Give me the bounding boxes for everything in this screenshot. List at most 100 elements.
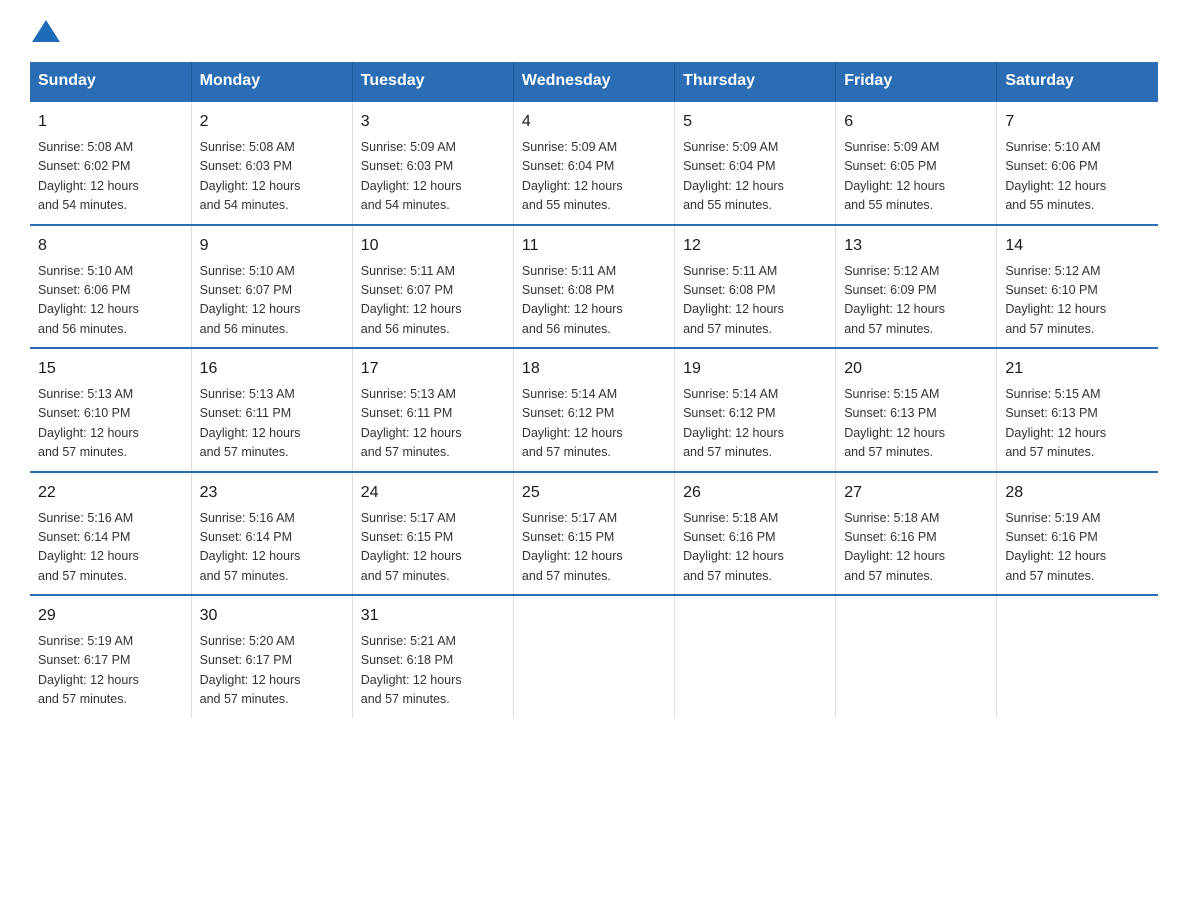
calendar-cell: 4Sunrise: 5:09 AMSunset: 6:04 PMDaylight… <box>513 101 674 225</box>
day-info: Sunrise: 5:20 AMSunset: 6:17 PMDaylight:… <box>200 632 344 710</box>
day-number: 31 <box>361 604 505 628</box>
day-number: 17 <box>361 357 505 381</box>
day-info: Sunrise: 5:14 AMSunset: 6:12 PMDaylight:… <box>522 385 666 463</box>
day-info: Sunrise: 5:11 AMSunset: 6:08 PMDaylight:… <box>683 262 827 340</box>
calendar-cell: 6 Sunrise: 5:09 AMSunset: 6:05 PMDaylight… <box>836 101 997 225</box>
calendar-cell: 17 Sunrise: 5:13 AMSunset: 6:11 PMDayligh… <box>352 348 513 472</box>
calendar-cell: 2 Sunrise: 5:08 AMSunset: 6:03 PMDaylight… <box>191 101 352 225</box>
day-info: Sunrise: 5:19 AMSunset: 6:17 PMDaylight:… <box>38 632 183 710</box>
calendar-cell: 10Sunrise: 5:11 AMSunset: 6:07 PMDayligh… <box>352 225 513 349</box>
day-info: Sunrise: 5:09 AMSunset: 6:03 PMDaylight:… <box>361 138 505 216</box>
calendar-cell: 28 Sunrise: 5:19 AMSunset: 6:16 PMDayligh… <box>997 472 1158 596</box>
day-number: 22 <box>38 481 183 505</box>
day-info: Sunrise: 5:16 AMSunset: 6:14 PMDaylight:… <box>200 509 344 587</box>
day-info: Sunrise: 5:21 AMSunset: 6:18 PMDaylight:… <box>361 632 505 710</box>
day-number: 8 <box>38 234 183 258</box>
day-info: Sunrise: 5:08 AMSunset: 6:02 PMDaylight:… <box>38 138 183 216</box>
day-info: Sunrise: 5:09 AMSunset: 6:04 PMDaylight:… <box>522 138 666 216</box>
day-number: 11 <box>522 234 666 258</box>
day-info: Sunrise: 5:15 AMSunset: 6:13 PMDaylight:… <box>1005 385 1150 463</box>
day-info: Sunrise: 5:13 AMSunset: 6:11 PMDaylight:… <box>200 385 344 463</box>
day-number: 29 <box>38 604 183 628</box>
calendar-cell <box>675 595 836 718</box>
day-number: 7 <box>1005 110 1150 134</box>
calendar-week-row: 15 Sunrise: 5:13 AMSunset: 6:10 PMDayligh… <box>30 348 1158 472</box>
calendar-table: SundayMondayTuesdayWednesdayThursdayFrid… <box>30 62 1158 718</box>
calendar-cell <box>997 595 1158 718</box>
column-header-saturday: Saturday <box>997 62 1158 101</box>
calendar-cell: 26 Sunrise: 5:18 AMSunset: 6:16 PMDayligh… <box>675 472 836 596</box>
calendar-cell: 16 Sunrise: 5:13 AMSunset: 6:11 PMDayligh… <box>191 348 352 472</box>
day-info: Sunrise: 5:18 AMSunset: 6:16 PMDaylight:… <box>683 509 827 587</box>
day-info: Sunrise: 5:09 AMSunset: 6:05 PMDaylight:… <box>844 138 988 216</box>
column-header-sunday: Sunday <box>30 62 191 101</box>
day-info: Sunrise: 5:19 AMSunset: 6:16 PMDaylight:… <box>1005 509 1150 587</box>
page-header <box>30 20 1158 42</box>
logo-triangle-icon <box>32 20 60 42</box>
day-info: Sunrise: 5:11 AMSunset: 6:08 PMDaylight:… <box>522 262 666 340</box>
day-info: Sunrise: 5:13 AMSunset: 6:11 PMDaylight:… <box>361 385 505 463</box>
day-number: 30 <box>200 604 344 628</box>
day-number: 3 <box>361 110 505 134</box>
column-header-thursday: Thursday <box>675 62 836 101</box>
calendar-cell: 1 Sunrise: 5:08 AMSunset: 6:02 PMDaylight… <box>30 101 191 225</box>
day-info: Sunrise: 5:18 AMSunset: 6:16 PMDaylight:… <box>844 509 988 587</box>
day-number: 20 <box>844 357 988 381</box>
day-number: 16 <box>200 357 344 381</box>
day-info: Sunrise: 5:14 AMSunset: 6:12 PMDaylight:… <box>683 385 827 463</box>
calendar-cell: 18 Sunrise: 5:14 AMSunset: 6:12 PMDayligh… <box>513 348 674 472</box>
calendar-cell: 3 Sunrise: 5:09 AMSunset: 6:03 PMDaylight… <box>352 101 513 225</box>
day-info: Sunrise: 5:12 AMSunset: 6:09 PMDaylight:… <box>844 262 988 340</box>
day-number: 1 <box>38 110 183 134</box>
calendar-cell: 29 Sunrise: 5:19 AMSunset: 6:17 PMDayligh… <box>30 595 191 718</box>
day-number: 25 <box>522 481 666 505</box>
day-info: Sunrise: 5:10 AMSunset: 6:06 PMDaylight:… <box>38 262 183 340</box>
calendar-week-row: 8 Sunrise: 5:10 AMSunset: 6:06 PMDaylight… <box>30 225 1158 349</box>
calendar-cell: 23Sunrise: 5:16 AMSunset: 6:14 PMDayligh… <box>191 472 352 596</box>
day-info: Sunrise: 5:13 AMSunset: 6:10 PMDaylight:… <box>38 385 183 463</box>
calendar-cell: 8 Sunrise: 5:10 AMSunset: 6:06 PMDaylight… <box>30 225 191 349</box>
calendar-cell: 15 Sunrise: 5:13 AMSunset: 6:10 PMDayligh… <box>30 348 191 472</box>
column-header-wednesday: Wednesday <box>513 62 674 101</box>
calendar-cell <box>836 595 997 718</box>
day-number: 28 <box>1005 481 1150 505</box>
day-info: Sunrise: 5:15 AMSunset: 6:13 PMDaylight:… <box>844 385 988 463</box>
day-number: 27 <box>844 481 988 505</box>
day-info: Sunrise: 5:09 AMSunset: 6:04 PMDaylight:… <box>683 138 827 216</box>
day-number: 2 <box>200 110 344 134</box>
column-header-friday: Friday <box>836 62 997 101</box>
calendar-cell: 31 Sunrise: 5:21 AMSunset: 6:18 PMDayligh… <box>352 595 513 718</box>
day-info: Sunrise: 5:16 AMSunset: 6:14 PMDaylight:… <box>38 509 183 587</box>
calendar-cell: 20 Sunrise: 5:15 AMSunset: 6:13 PMDayligh… <box>836 348 997 472</box>
calendar-cell: 7Sunrise: 5:10 AMSunset: 6:06 PMDaylight… <box>997 101 1158 225</box>
calendar-cell: 5 Sunrise: 5:09 AMSunset: 6:04 PMDaylight… <box>675 101 836 225</box>
day-number: 9 <box>200 234 344 258</box>
day-number: 24 <box>361 481 505 505</box>
day-number: 26 <box>683 481 827 505</box>
calendar-cell: 24 Sunrise: 5:17 AMSunset: 6:15 PMDayligh… <box>352 472 513 596</box>
day-info: Sunrise: 5:10 AMSunset: 6:07 PMDaylight:… <box>200 262 344 340</box>
day-info: Sunrise: 5:08 AMSunset: 6:03 PMDaylight:… <box>200 138 344 216</box>
calendar-header-row: SundayMondayTuesdayWednesdayThursdayFrid… <box>30 62 1158 101</box>
calendar-cell: 12 Sunrise: 5:11 AMSunset: 6:08 PMDayligh… <box>675 225 836 349</box>
calendar-cell: 21Sunrise: 5:15 AMSunset: 6:13 PMDayligh… <box>997 348 1158 472</box>
day-number: 15 <box>38 357 183 381</box>
calendar-cell: 19 Sunrise: 5:14 AMSunset: 6:12 PMDayligh… <box>675 348 836 472</box>
day-number: 10 <box>361 234 505 258</box>
day-info: Sunrise: 5:17 AMSunset: 6:15 PMDaylight:… <box>361 509 505 587</box>
day-number: 6 <box>844 110 988 134</box>
day-number: 12 <box>683 234 827 258</box>
column-header-monday: Monday <box>191 62 352 101</box>
calendar-cell: 11 Sunrise: 5:11 AMSunset: 6:08 PMDayligh… <box>513 225 674 349</box>
calendar-cell: 27 Sunrise: 5:18 AMSunset: 6:16 PMDayligh… <box>836 472 997 596</box>
day-number: 5 <box>683 110 827 134</box>
calendar-cell: 30 Sunrise: 5:20 AMSunset: 6:17 PMDayligh… <box>191 595 352 718</box>
calendar-cell <box>513 595 674 718</box>
day-info: Sunrise: 5:12 AMSunset: 6:10 PMDaylight:… <box>1005 262 1150 340</box>
calendar-cell: 9 Sunrise: 5:10 AMSunset: 6:07 PMDaylight… <box>191 225 352 349</box>
column-header-tuesday: Tuesday <box>352 62 513 101</box>
day-number: 19 <box>683 357 827 381</box>
day-info: Sunrise: 5:17 AMSunset: 6:15 PMDaylight:… <box>522 509 666 587</box>
day-number: 18 <box>522 357 666 381</box>
calendar-cell: 22 Sunrise: 5:16 AMSunset: 6:14 PMDayligh… <box>30 472 191 596</box>
